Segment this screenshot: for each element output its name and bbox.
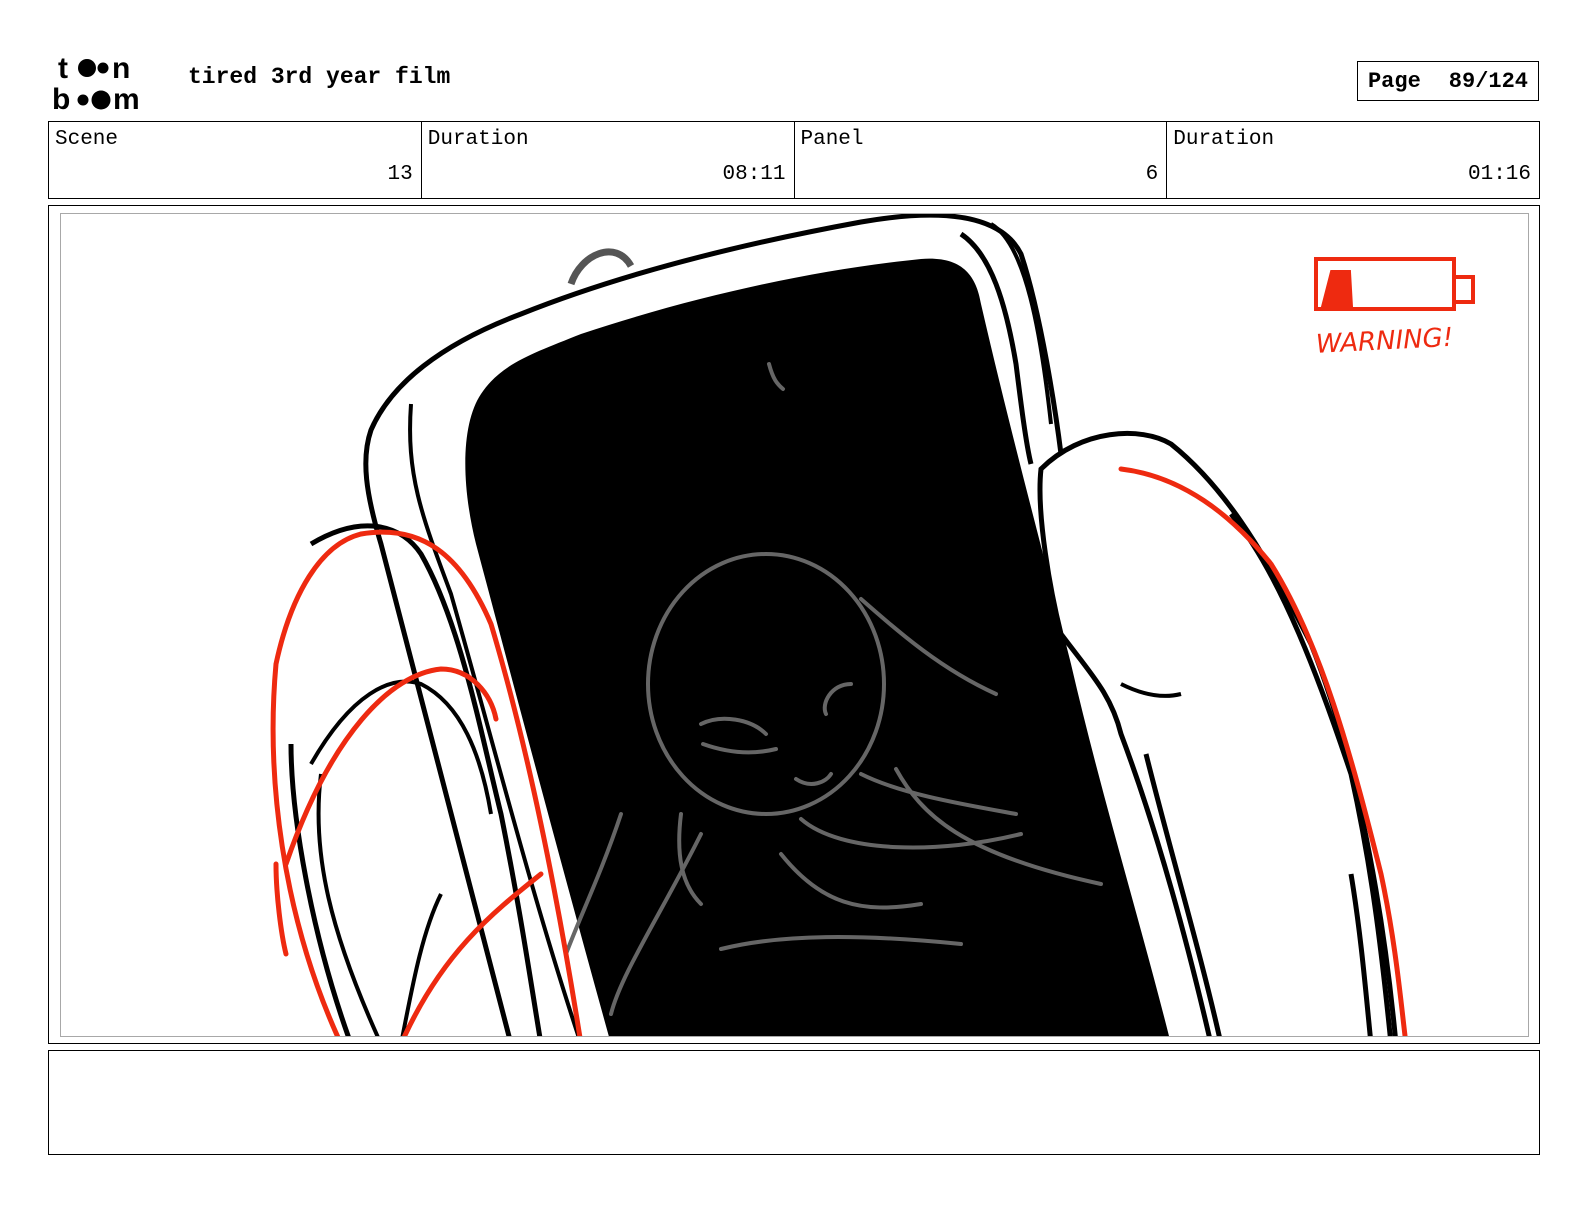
panel-sketch: WARNING! <box>270 214 1475 1036</box>
panel-image-area: WARNING! <box>60 213 1529 1037</box>
page-indicator: Page 89/124 <box>1357 61 1539 101</box>
page-number: 89/124 <box>1448 68 1529 94</box>
scene-value: 13 <box>387 163 413 186</box>
storyboard-panel: WARNING! <box>48 205 1540 1044</box>
scene-duration-value: 08:11 <box>722 163 786 186</box>
panel-cell: Panel 6 <box>793 122 1167 198</box>
page-label: Page <box>1367 68 1421 94</box>
scene-label: Scene <box>55 128 119 151</box>
battery-warning-icon <box>1314 257 1475 311</box>
svg-text:b: b <box>52 83 70 114</box>
svg-text:m: m <box>113 83 140 114</box>
svg-text:n: n <box>112 52 130 85</box>
scene-duration-cell: Duration 08:11 <box>420 122 794 198</box>
svg-text:t: t <box>58 52 68 85</box>
panel-duration-value: 01:16 <box>1467 163 1531 186</box>
panel-label: Panel <box>800 128 864 151</box>
scene-duration-label: Duration <box>427 128 529 151</box>
project-title: tired 3rd year film <box>188 64 451 90</box>
warning-annotation: WARNING! <box>1315 323 1454 360</box>
panel-duration-label: Duration <box>1173 128 1275 151</box>
panel-duration-cell: Duration 01:16 <box>1166 122 1539 198</box>
scene-cell: Scene 13 <box>49 122 421 198</box>
info-row: Scene 13 Duration 08:11 Panel 6 Duration… <box>48 121 1540 199</box>
notes-box <box>48 1050 1540 1155</box>
panel-value: 6 <box>1145 163 1159 186</box>
toonboom-logo: t n b m <box>52 52 140 114</box>
